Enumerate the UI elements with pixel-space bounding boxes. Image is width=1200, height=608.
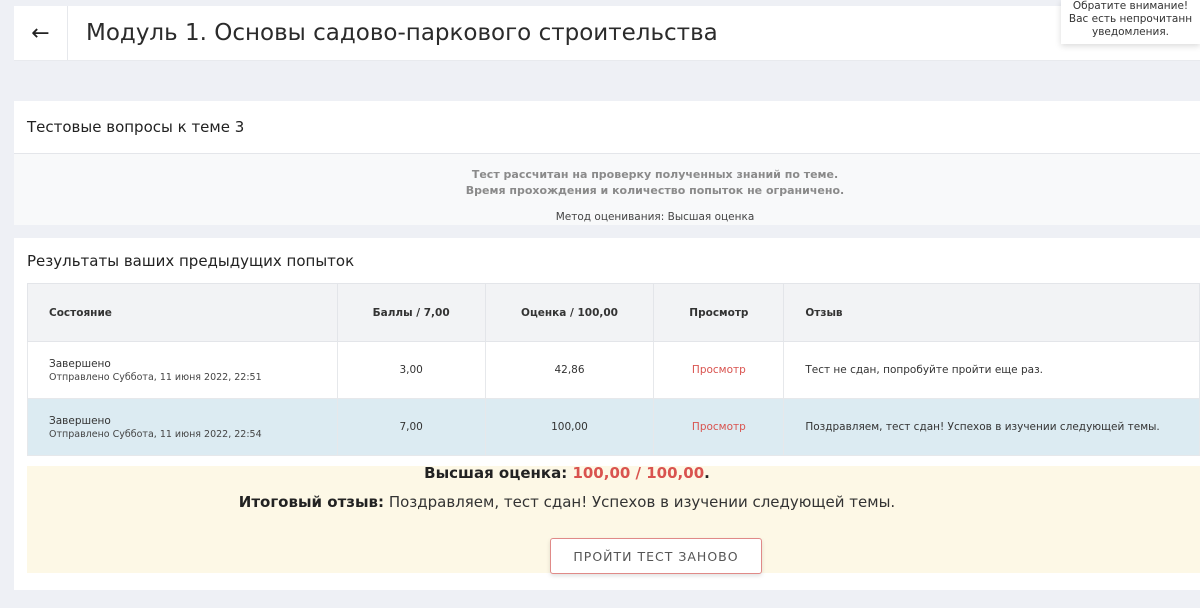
state-cell: Завершено Отправлено Суббота, 11 июня 20… (27, 341, 338, 399)
test-info-section: Тестовые вопросы к теме 3 Тест рассчитан… (14, 101, 1200, 225)
feedback-cell: Поздравляем, тест сдан! Успехов в изучен… (783, 398, 1200, 456)
summary-box: Высшая оценка: 100,00 / 100,00. Итоговый… (27, 464, 1200, 574)
test-section-title: Тестовые вопросы к теме 3 (27, 118, 245, 136)
grade-cell: 42,86 (484, 341, 655, 399)
review-cell: Просмотр (653, 341, 785, 399)
test-section-header: Тестовые вопросы к теме 3 (14, 101, 1200, 154)
best-grade-suffix: . (704, 464, 710, 482)
review-link[interactable]: Просмотр (692, 421, 746, 433)
notification-popup[interactable]: Обратите внимание! Вас есть непрочитанн … (1061, 0, 1200, 44)
attempt-state: Завершено (49, 357, 111, 370)
page-title: Модуль 1. Основы садово-паркового строит… (86, 20, 718, 46)
table-row: Завершено Отправлено Суббота, 11 июня 20… (27, 341, 1200, 399)
notification-line-2: Вас есть непрочитанн (1068, 13, 1193, 25)
final-feedback-label: Итоговый отзыв: (238, 493, 385, 511)
state-cell: Завершено Отправлено Суббота, 11 июня 20… (27, 398, 338, 456)
best-grade-label: Высшая оценка: (424, 464, 568, 482)
score-cell: 3,00 (336, 341, 486, 399)
column-header-feedback: Отзыв (783, 283, 1200, 342)
back-arrow-icon[interactable]: ← (14, 6, 68, 60)
grade-cell: 100,00 (484, 398, 655, 456)
attempt-submitted: Отправлено Суббота, 11 июня 2022, 22:54 (49, 428, 262, 440)
review-cell: Просмотр (653, 398, 785, 456)
test-info-line-2: Время прохождения и количество попыток н… (465, 184, 845, 197)
feedback-cell: Тест не сдан, попробуйте пройти еще раз. (783, 341, 1200, 399)
best-grade: Высшая оценка: 100,00 / 100,00. (27, 464, 1107, 482)
column-header-review: Просмотр (653, 283, 785, 342)
notification-line-3: уведомления. (1092, 26, 1169, 38)
review-link[interactable]: Просмотр (692, 364, 746, 376)
table-row: Завершено Отправлено Суббота, 11 июня 20… (27, 398, 1200, 456)
notification-line-1: Обратите внимание! (1072, 0, 1189, 12)
final-feedback-text: Поздравляем, тест сдан! Успехов в изучен… (388, 493, 896, 511)
grading-method: Метод оценивания: Высшая оценка (555, 211, 755, 223)
results-section: Результаты ваших предыдущих попыток Сост… (14, 238, 1200, 590)
page-header: ← Модуль 1. Основы садово-паркового стро… (14, 6, 1200, 61)
attempt-state: Завершено (49, 414, 111, 427)
retry-test-button[interactable]: ПРОЙТИ ТЕСТ ЗАНОВО (550, 538, 762, 574)
score-cell: 7,00 (336, 398, 486, 456)
attempts-table: Состояние Баллы / 7,00 Оценка / 100,00 П… (27, 283, 1200, 456)
final-feedback: Итоговый отзыв: Поздравляем, тест сдан! … (27, 493, 1107, 511)
column-header-grade: Оценка / 100,00 (484, 283, 655, 342)
test-info-line-1: Тест рассчитан на проверку полученных зн… (471, 168, 839, 181)
best-grade-value: 100,00 / 100,00 (572, 464, 705, 482)
table-header-row: Состояние Баллы / 7,00 Оценка / 100,00 П… (27, 283, 1200, 342)
results-title: Результаты ваших предыдущих попыток (27, 252, 355, 270)
column-header-state: Состояние (27, 283, 338, 342)
column-header-score: Баллы / 7,00 (336, 283, 486, 342)
attempt-submitted: Отправлено Суббота, 11 июня 2022, 22:51 (49, 371, 262, 383)
